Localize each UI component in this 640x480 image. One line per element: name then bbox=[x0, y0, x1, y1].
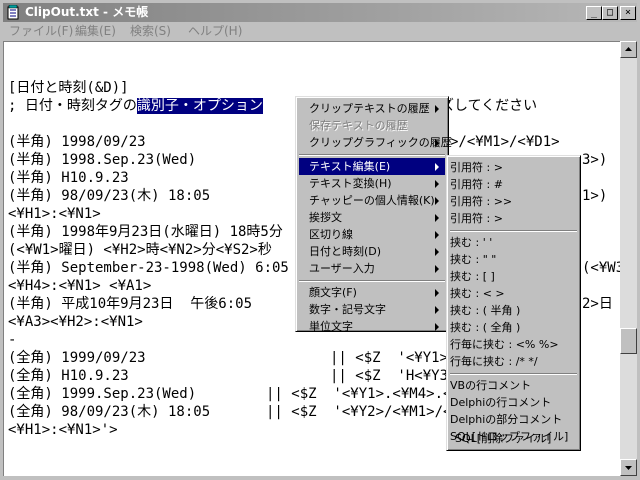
submenu-item-delphi-line-comment[interactable]: Delphiの行コメント bbox=[450, 394, 577, 411]
menu-item-emoticons[interactable]: 顔文字(F) bbox=[299, 284, 445, 301]
scroll-up-icon bbox=[625, 47, 632, 51]
menu-item-separator-lines[interactable]: 区切り線 bbox=[299, 226, 445, 243]
scroll-up-button[interactable] bbox=[620, 41, 637, 58]
menu-item-user-input[interactable]: ユーザー入力 bbox=[299, 260, 445, 277]
editor-line: (半角) H10.9.23 bbox=[8, 170, 129, 186]
menu-item-saved-text-history: 保存テキストの履歴 bbox=[309, 119, 408, 132]
editor-line: (半角) 98/09/23(木) 18:05 bbox=[8, 188, 211, 204]
minimize-icon: _ bbox=[590, 7, 598, 18]
menu-separator bbox=[450, 373, 577, 375]
submenu-item-wrap[interactable]: 挟む : [ ] bbox=[450, 268, 577, 285]
editor-line: (半角) 平成10年9月23日 午後6:05 bbox=[8, 296, 253, 312]
submenu-arrow-icon bbox=[435, 180, 439, 188]
submenu-arrow-icon bbox=[435, 105, 439, 113]
submenu-item-wrap[interactable]: 挟む : ' ' bbox=[450, 234, 577, 251]
submenu-item-quote[interactable]: 引用符 : > bbox=[450, 159, 577, 176]
maximize-button[interactable]: □ bbox=[602, 6, 618, 20]
editor-line: ; 日付・時刻タグの識別子・オプション bbox=[8, 97, 263, 115]
submenu-arrow-icon bbox=[435, 323, 439, 331]
menu-separator bbox=[299, 154, 445, 156]
submenu-item-wrap-lines[interactable]: 行毎に挟む : /* */ bbox=[450, 353, 577, 370]
menu-item-text-convert[interactable]: テキスト変換(H) bbox=[299, 175, 445, 192]
notepad-icon[interactable] bbox=[6, 5, 21, 20]
editor-line: (<¥W1>曜日) <¥H2>時<¥N2>分<¥S2>秒 bbox=[8, 242, 272, 258]
scroll-down-icon bbox=[625, 466, 632, 470]
submenu-item-quote[interactable]: 引用符 : >> bbox=[450, 193, 577, 210]
line-text: ; 日付・時刻タグの bbox=[8, 98, 137, 114]
submenu-item-wrap[interactable]: 挟む : ( 全角 ) bbox=[450, 319, 577, 336]
text-edit-submenu: 引用符 : > 引用符 : # 引用符 : >> 引用符 : > 挟む : ' … bbox=[446, 155, 581, 451]
submenu-item-wrap[interactable]: 挟む : ( 半角 ) bbox=[450, 302, 577, 319]
submenu-item-quote[interactable]: 引用符 : # bbox=[450, 176, 577, 193]
editor-line: <¥A3><¥H2>:<¥N1> bbox=[8, 314, 143, 330]
context-menu: クリップテキストの履歴 保存テキストの履歴 クリップグラフィックの履歴 テキスト… bbox=[295, 96, 452, 335]
submenu-arrow-icon bbox=[435, 214, 439, 222]
menu-item-unit-chars[interactable]: 単位文字 bbox=[299, 318, 445, 335]
submenu-arrow-icon bbox=[435, 139, 439, 147]
menu-bar: ファイル(F) 編集(E) 検索(S) ヘルプ(H) bbox=[3, 22, 637, 40]
editor-line-tail: || <$Z '<¥Y1>.<¥M4>.<¥ bbox=[266, 386, 460, 402]
submenu-arrow-icon bbox=[435, 306, 439, 314]
close-icon: × bbox=[624, 7, 632, 18]
editor-line: (全角) H10.9.23 bbox=[8, 368, 129, 384]
submenu-item-vb-comment[interactable]: VBの行コメント bbox=[450, 377, 577, 394]
editor-line-tail: 2>日 bbox=[582, 296, 613, 312]
editor-line: (全角) 1999.Sep.23(Wed) bbox=[8, 386, 197, 402]
editor-line: (半角) 1998年9月23日(水曜日) 18時5分 bbox=[8, 224, 283, 240]
submenu-item-wrap[interactable]: 挟む : < > bbox=[450, 285, 577, 302]
scroll-down-button[interactable] bbox=[620, 459, 637, 476]
menu-item-personal-info[interactable]: チャッピーの個人情報(K) bbox=[299, 192, 445, 209]
submenu-arrow-icon bbox=[435, 265, 439, 273]
submenu-arrow-icon bbox=[435, 197, 439, 205]
editor-line-tail: 1>) bbox=[582, 188, 608, 204]
editor-line-tail: || <$Z '<¥Y2>/<¥M1>/<¥ bbox=[266, 404, 460, 420]
submenu-arrow-icon bbox=[435, 231, 439, 239]
editor-line-tail: (<¥W3>) <¥H12>:<¥N1> <¥A1>) bbox=[582, 260, 620, 276]
vertical-scrollbar[interactable] bbox=[620, 41, 637, 476]
editor-line-tail: ズしてください bbox=[440, 98, 538, 114]
notepad-window: ClipOut.txt - メモ帳 _ □ × ファイル(F) 編集(E) 検索… bbox=[0, 0, 640, 480]
editor-line: [日付と時刻(&D)] bbox=[8, 80, 129, 96]
submenu-item-sql-delete-label[interactable]: SQL[削除ファイル] bbox=[455, 430, 555, 447]
editor-line: (半角) 1998/09/23 bbox=[8, 134, 146, 150]
menu-item-text-edit[interactable]: テキスト編集(E) bbox=[299, 158, 445, 175]
menu-item-clip-graphic-history[interactable]: クリップグラフィックの履歴 bbox=[299, 134, 452, 151]
editor-line: (半角) September-23-1998(Wed) 6:05 P bbox=[8, 260, 306, 276]
menu-item-date-time[interactable]: 日付と時刻(D) bbox=[299, 243, 445, 260]
editor-line-tail: || <$Z '<¥Y1>/< bbox=[330, 350, 465, 366]
maximize-icon: □ bbox=[606, 7, 614, 18]
menu-help[interactable]: ヘルプ(H) bbox=[188, 23, 242, 39]
selected-text: 識別子・オプション bbox=[136, 98, 263, 114]
submenu-arrow-icon bbox=[435, 163, 439, 171]
menu-item-clip-text-history[interactable]: クリップテキストの履歴 bbox=[299, 100, 445, 117]
editor-line: (全角) 1999/09/23 bbox=[8, 350, 146, 366]
scroll-thumb[interactable] bbox=[620, 328, 637, 354]
editor-line: - bbox=[8, 332, 17, 348]
editor-line: (全角) 98/09/23(木) 18:05 bbox=[8, 404, 211, 420]
submenu-item-quote[interactable]: 引用符 : > bbox=[450, 210, 577, 227]
menu-edit[interactable]: 編集(E) bbox=[75, 23, 116, 39]
submenu-arrow-icon bbox=[435, 289, 439, 297]
close-button[interactable]: × bbox=[620, 6, 636, 20]
menu-item-greetings[interactable]: 挨拶文 bbox=[299, 209, 445, 226]
submenu-item-wrap-lines[interactable]: 行毎に挟む : <% %> bbox=[450, 336, 577, 353]
editor-line-tail: >/<¥M1>/<¥D1> bbox=[450, 134, 560, 150]
title-bar[interactable]: ClipOut.txt - メモ帳 _ □ × bbox=[3, 3, 637, 22]
editor-line: (半角) 1998.Sep.23(Wed) bbox=[8, 152, 197, 168]
menu-separator bbox=[450, 230, 577, 232]
editor-line: <¥H4>:<¥N1> <¥A1> bbox=[8, 278, 152, 294]
editor-line: <¥H1>:<¥N1>'> bbox=[8, 422, 118, 438]
submenu-item-wrap[interactable]: 挟む : " " bbox=[450, 251, 577, 268]
minimize-button[interactable]: _ bbox=[586, 6, 602, 20]
menu-item-number-symbols[interactable]: 数字・記号文字 bbox=[299, 301, 445, 318]
menu-separator bbox=[299, 280, 445, 282]
editor-line-tail: 3>) bbox=[582, 152, 608, 168]
editor-line-tail: || <$Z 'H<¥Y3> bbox=[330, 368, 457, 384]
menu-search[interactable]: 検索(S) bbox=[130, 23, 171, 39]
submenu-item-delphi-part-comment[interactable]: Delphiの部分コメント bbox=[450, 411, 577, 428]
submenu-arrow-icon bbox=[435, 248, 439, 256]
menu-file[interactable]: ファイル(F) bbox=[9, 23, 73, 39]
editor-line: <¥H1>:<¥N1> bbox=[8, 206, 101, 222]
window-title: ClipOut.txt - メモ帳 bbox=[25, 5, 149, 19]
